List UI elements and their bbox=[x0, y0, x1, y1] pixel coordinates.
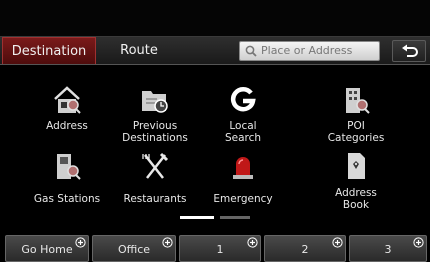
favorite-2-button[interactable]: 2 bbox=[264, 235, 346, 262]
grid-label: POI Categories bbox=[327, 120, 385, 144]
favorite-1-button[interactable]: 1 bbox=[179, 235, 261, 262]
add-icon bbox=[247, 237, 258, 248]
grid-label: Gas Stations bbox=[33, 193, 101, 205]
poi-categories-button[interactable]: POI Categories bbox=[312, 85, 400, 147]
status-bar bbox=[0, 0, 430, 36]
previous-destinations-button[interactable]: Previous Destinations bbox=[111, 85, 199, 147]
page-indicator-active bbox=[180, 216, 214, 219]
building-search-icon bbox=[346, 88, 370, 114]
add-icon bbox=[413, 237, 424, 248]
favorite-3-button[interactable]: 3 bbox=[349, 235, 427, 262]
local-search-button[interactable]: Local Search bbox=[199, 85, 287, 147]
grid-label: Restaurants bbox=[123, 193, 187, 205]
add-icon bbox=[332, 237, 343, 248]
grid-label: Address bbox=[46, 120, 88, 132]
address-button[interactable]: Address bbox=[23, 85, 111, 147]
tab-destination[interactable]: Destination bbox=[2, 37, 96, 64]
tab-bar: Destination Route Place or Address bbox=[0, 36, 430, 65]
favorites-bar: Go Home Office 1 2 3 bbox=[0, 232, 430, 262]
gas-stations-button[interactable]: Gas Stations bbox=[23, 151, 111, 213]
grid-label: Previous Destinations bbox=[122, 120, 188, 144]
house-search-icon bbox=[54, 86, 81, 114]
page-indicator-inactive bbox=[220, 216, 250, 219]
siren-icon bbox=[233, 157, 253, 179]
emergency-button[interactable]: Emergency bbox=[199, 151, 287, 213]
favorite-office-button[interactable]: Office bbox=[92, 235, 176, 262]
search-icon bbox=[245, 45, 257, 57]
address-book-button[interactable]: Address Book bbox=[312, 151, 400, 213]
utensils-icon bbox=[142, 152, 169, 179]
address-book-icon bbox=[348, 153, 365, 179]
add-icon bbox=[162, 237, 173, 248]
favorite-go-home-button[interactable]: Go Home bbox=[5, 235, 89, 262]
search-placeholder: Place or Address bbox=[261, 44, 353, 57]
restaurants-button[interactable]: Restaurants bbox=[111, 151, 199, 213]
grid-label: Emergency bbox=[213, 193, 273, 205]
back-arrow-icon bbox=[402, 44, 418, 57]
back-button[interactable] bbox=[392, 40, 426, 62]
grid-label: Address Book bbox=[335, 187, 377, 211]
grid-label: Local Search bbox=[224, 120, 262, 144]
search-input[interactable]: Place or Address bbox=[239, 41, 380, 61]
tab-route[interactable]: Route bbox=[104, 37, 174, 64]
fuel-pump-icon bbox=[57, 154, 81, 180]
add-icon bbox=[75, 237, 86, 248]
google-g-icon bbox=[230, 87, 256, 112]
folder-clock-icon bbox=[142, 91, 168, 113]
